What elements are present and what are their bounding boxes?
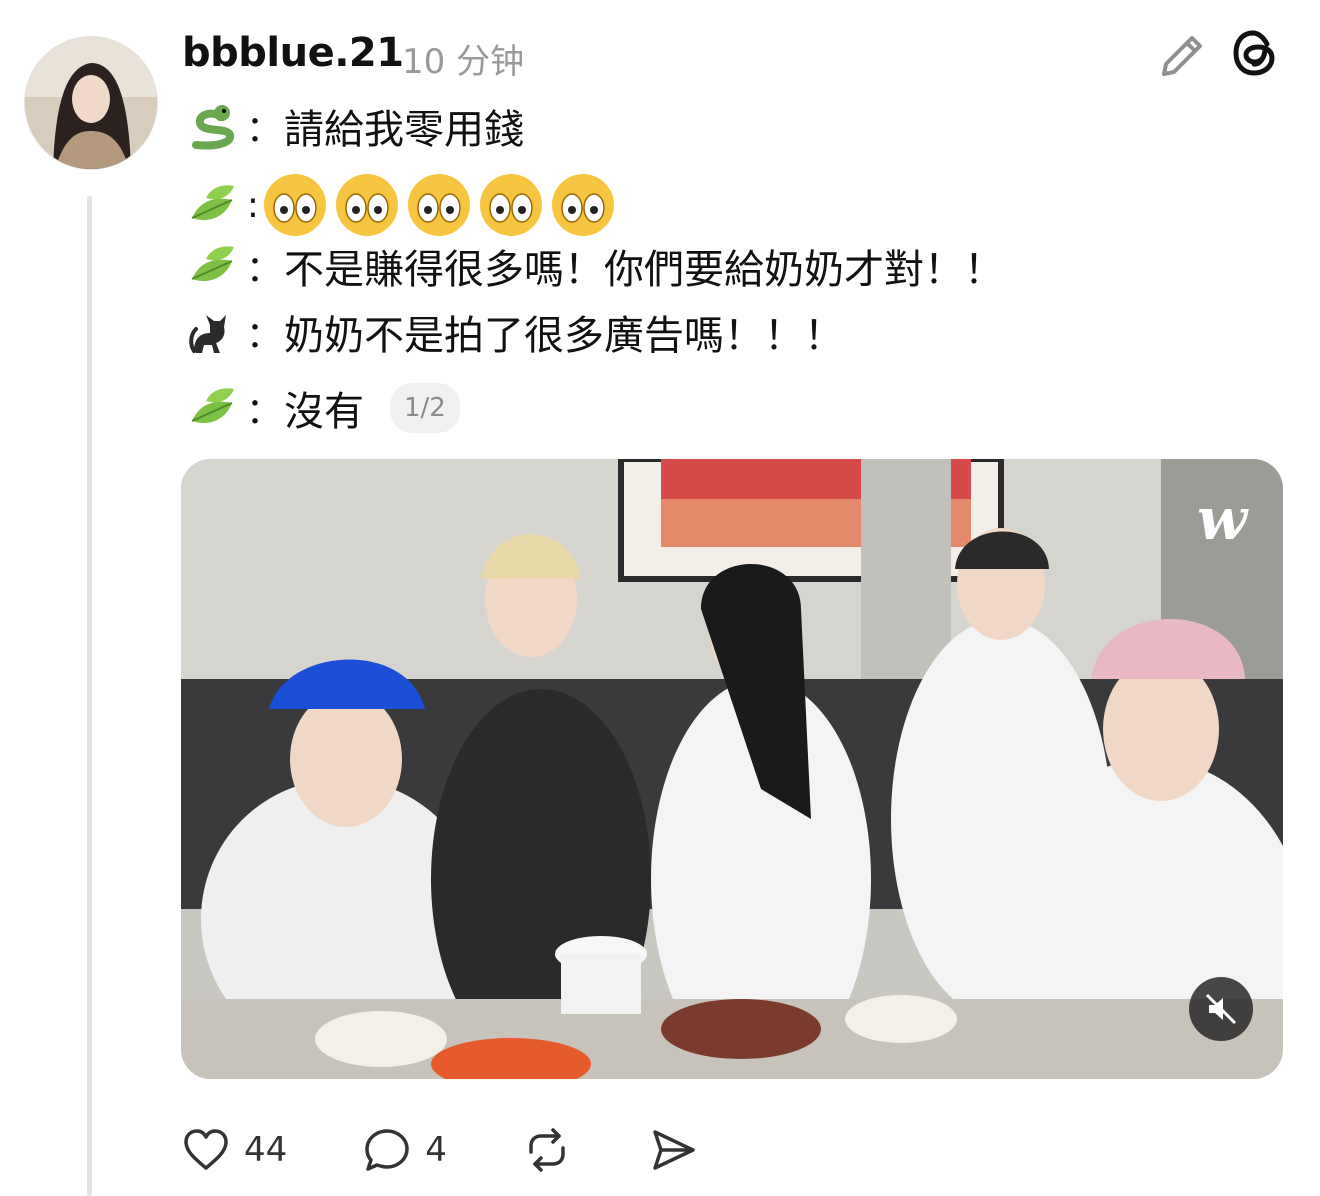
video-frame — [181, 459, 1283, 1079]
avatar-image — [25, 37, 157, 169]
post-media-video[interactable]: w — [181, 459, 1283, 1079]
edit-pencil-icon[interactable] — [1156, 30, 1208, 82]
snake-icon — [182, 98, 244, 154]
flushed-face-icon — [480, 174, 542, 236]
comment-icon — [365, 1129, 410, 1171]
repost-icon — [529, 1128, 565, 1172]
weverse-logo: w — [1197, 485, 1247, 553]
post-line-4: ： 奶奶不是拍了很多廣告嗎！！！ — [182, 302, 844, 362]
colon: : — [246, 184, 260, 226]
timestamp: 10 分钟 — [402, 42, 525, 82]
like-button[interactable]: 44 — [180, 1124, 287, 1176]
media-pager: 1/2 — [390, 383, 460, 433]
reply-count: 4 — [425, 1130, 447, 1170]
threads-logo-icon[interactable] — [1226, 24, 1284, 82]
colon: ： — [245, 391, 282, 432]
leaf-icon — [182, 238, 244, 294]
line-text: 請給我零用錢 — [284, 107, 524, 153]
repost-button[interactable] — [521, 1124, 573, 1176]
flushed-face-icon — [408, 174, 470, 236]
share-button[interactable] — [647, 1124, 699, 1176]
avatar[interactable] — [24, 36, 158, 170]
flushed-face-icon — [552, 174, 614, 236]
flushed-face-icon — [264, 174, 326, 236]
like-count: 44 — [244, 1130, 288, 1170]
leaf-icon — [182, 380, 244, 436]
colon: ： — [245, 109, 282, 150]
post-line-2: : — [182, 172, 622, 238]
post-line-5: ： 沒有 1/2 — [182, 378, 460, 438]
thread-line — [87, 196, 92, 1196]
speaker-muted-icon — [1205, 993, 1237, 1025]
post-line-3: ： 不是賺得很多嗎！你們要給奶奶才對！！ — [182, 236, 1004, 296]
line-text: 沒有 — [284, 389, 364, 435]
reply-button[interactable]: 4 — [361, 1124, 447, 1176]
line-text: 不是賺得很多嗎！你們要給奶奶才對！！ — [284, 247, 1004, 293]
username[interactable]: bbblue.21 — [182, 30, 404, 76]
colon: ： — [245, 249, 282, 290]
black-cat-icon — [182, 304, 244, 360]
mute-button[interactable] — [1189, 977, 1253, 1041]
colon: ： — [245, 315, 282, 356]
leaf-icon — [182, 177, 244, 233]
emoji-row — [262, 172, 622, 238]
post-line-1: ： 請給我零用錢 — [182, 96, 524, 156]
action-bar: 44 4 — [180, 1120, 773, 1180]
line-text: 奶奶不是拍了很多廣告嗎！！！ — [284, 313, 844, 359]
heart-icon — [184, 1129, 228, 1170]
send-icon — [653, 1130, 695, 1170]
flushed-face-icon — [336, 174, 398, 236]
